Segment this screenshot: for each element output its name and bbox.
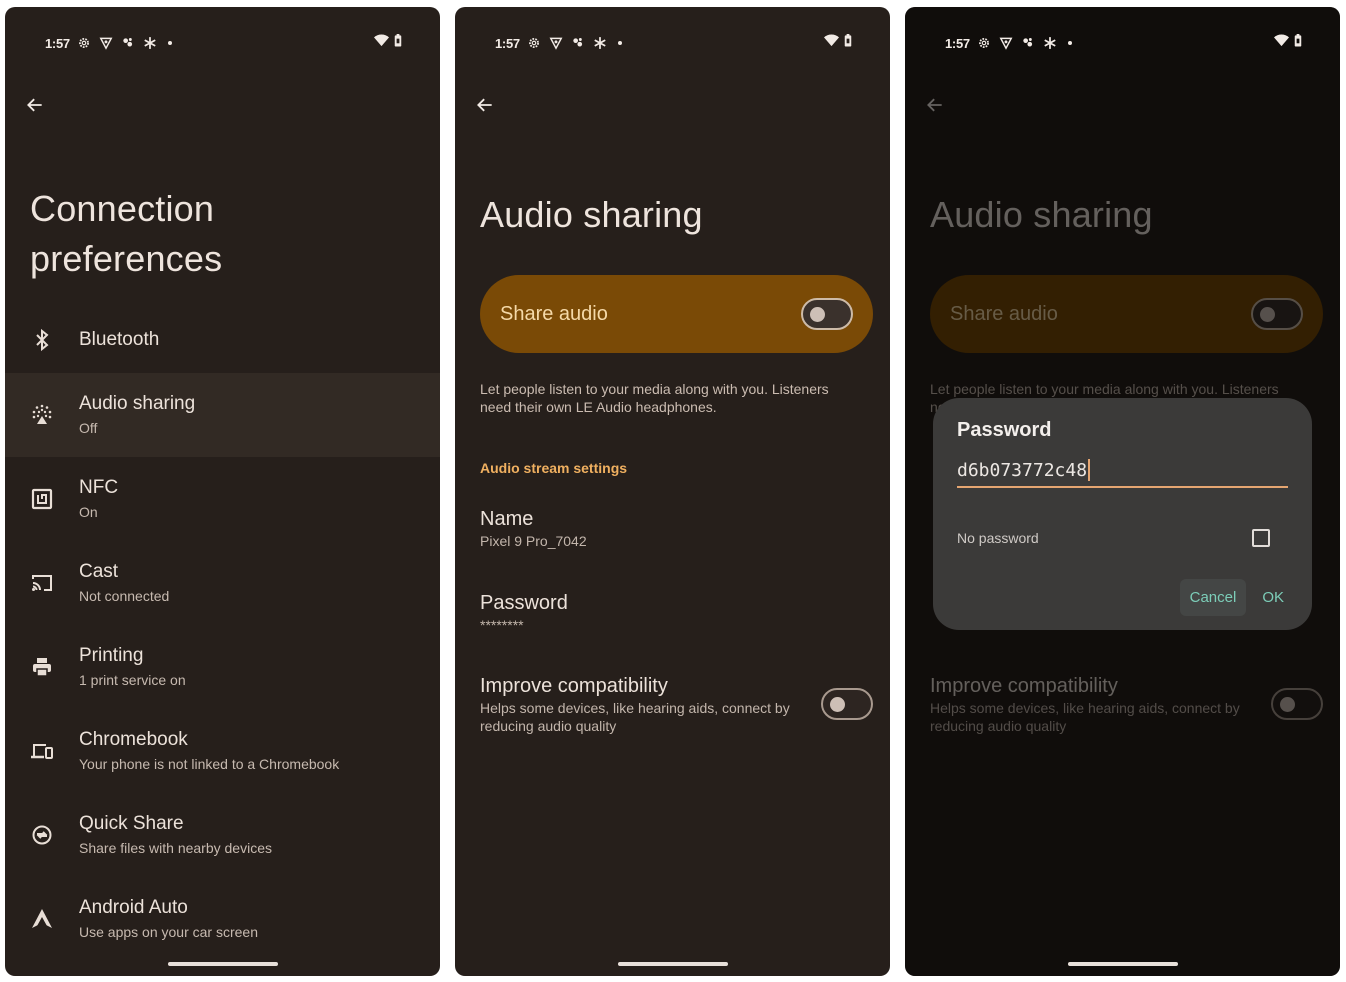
- wifi-icon: [374, 34, 389, 52]
- password-input[interactable]: d6b073772c48: [957, 454, 1288, 488]
- pref-label: Chromebook: [79, 729, 188, 750]
- pref-label: Android Auto: [79, 897, 188, 918]
- preferences-list: Bluetooth Audio sharing Off NFC On Cast Not…: [5, 307, 440, 961]
- audio-sharing-icon: [29, 402, 55, 428]
- fan-icon: [120, 35, 136, 51]
- battery-icon: [844, 34, 852, 52]
- status-bar: 1:57: [45, 33, 402, 53]
- page-title: Audio sharing: [480, 194, 703, 235]
- snowflake-icon: [142, 35, 158, 51]
- dialog-actions: Cancel OK: [1179, 579, 1294, 616]
- pref-label: Audio sharing: [79, 393, 196, 414]
- pref-label: Bluetooth: [79, 329, 160, 350]
- vpn-shield-icon: [98, 35, 114, 51]
- improve-compat-label: Improve compatibility: [480, 675, 668, 697]
- chromebook-icon: [29, 738, 55, 764]
- pref-label: Cast: [79, 561, 119, 582]
- no-password-checkbox[interactable]: [1252, 529, 1270, 547]
- pref-sub: On: [79, 504, 98, 520]
- setting-improve-compatibility[interactable]: Improve compatibility Helps some devices…: [480, 673, 873, 735]
- dialog-title: Password: [957, 419, 1052, 441]
- quick-share-icon: [29, 822, 55, 848]
- back-button[interactable]: [23, 93, 47, 117]
- settings-gear-icon: [526, 35, 542, 51]
- pref-item-android-auto[interactable]: Android Auto Use apps on your car screen: [5, 877, 440, 961]
- settings-gear-icon: [976, 35, 992, 51]
- arrow-left-icon: [27, 98, 42, 112]
- pref-item-chromebook[interactable]: Chromebook Your phone is not linked to a …: [5, 709, 440, 793]
- android-auto-icon: [29, 906, 55, 932]
- pref-item-quick-share[interactable]: Quick Share Share files with nearby devic…: [5, 793, 440, 877]
- setting-name[interactable]: Name Pixel 9 Pro_7042: [480, 506, 873, 550]
- pref-sub: 1 print service on: [79, 672, 186, 688]
- printer-icon: [29, 654, 55, 680]
- home-gesture-bar[interactable]: [1067, 962, 1178, 966]
- battery-icon: [1294, 34, 1302, 52]
- pref-item-bluetooth[interactable]: Bluetooth: [5, 307, 440, 373]
- bluetooth-icon: [29, 327, 55, 353]
- arrow-left-icon: [477, 98, 492, 112]
- notification-dot: [1067, 41, 1072, 45]
- pref-item-printing[interactable]: Printing 1 print service on: [5, 625, 440, 709]
- share-audio-card[interactable]: Share audio: [480, 275, 873, 353]
- pref-sub: Share files with nearby devices: [79, 840, 272, 856]
- status-bar: 1:57: [495, 33, 852, 53]
- pref-item-audio-sharing[interactable]: Audio sharing Off: [5, 373, 440, 457]
- setting-password-value: ********: [480, 617, 524, 633]
- pref-item-cast[interactable]: Cast Not connected: [5, 541, 440, 625]
- vpn-shield-icon: [548, 35, 564, 51]
- toggle-thumb: [830, 697, 845, 712]
- ok-button[interactable]: OK: [1252, 579, 1294, 616]
- pref-label: Quick Share: [79, 813, 184, 834]
- no-password-row[interactable]: No password: [957, 526, 1288, 550]
- wifi-icon: [824, 34, 839, 52]
- pref-label: Printing: [79, 645, 144, 666]
- improve-compat-toggle[interactable]: [821, 688, 873, 720]
- share-audio-label: Share audio: [500, 302, 608, 325]
- setting-password-label: Password: [480, 592, 568, 614]
- fan-icon: [570, 35, 586, 51]
- setting-password[interactable]: Password ********: [480, 590, 873, 634]
- snowflake-icon: [592, 35, 608, 51]
- section-header-audio-stream-settings: Audio stream settings: [480, 460, 628, 476]
- fan-icon: [1020, 35, 1036, 51]
- audio-sharing-password-dialog-screen: 1:57 Audio sharing Share audio Let peopl…: [905, 7, 1340, 976]
- share-audio-toggle[interactable]: [801, 298, 853, 330]
- cancel-button[interactable]: Cancel: [1179, 579, 1247, 616]
- page-title: Connection preferences: [30, 188, 223, 279]
- cast-icon: [29, 570, 55, 596]
- setting-name-label: Name: [480, 508, 534, 530]
- toggle-thumb: [810, 307, 825, 322]
- settings-gear-icon: [76, 35, 92, 51]
- pref-sub: Your phone is not linked to a Chromebook: [79, 756, 340, 772]
- battery-icon: [394, 34, 402, 52]
- password-input-value: d6b073772c48: [957, 459, 1088, 481]
- pref-label: NFC: [79, 477, 119, 498]
- password-dialog: Password d6b073772c48 No password Cancel…: [933, 398, 1312, 630]
- snowflake-icon: [1042, 35, 1058, 51]
- nfc-icon: [29, 486, 55, 512]
- notification-dot: [167, 41, 172, 45]
- notification-dot: [617, 41, 622, 45]
- status-time: 1:57: [45, 35, 70, 51]
- pref-item-nfc[interactable]: NFC On: [5, 457, 440, 541]
- home-gesture-bar[interactable]: [617, 962, 728, 966]
- vpn-shield-icon: [998, 35, 1014, 51]
- status-time: 1:57: [495, 35, 520, 51]
- connection-preferences-screen: 1:57 Connection preferences Bluetooth Au…: [5, 7, 440, 976]
- wifi-icon: [1274, 34, 1289, 52]
- no-password-label: No password: [957, 530, 1039, 546]
- audio-sharing-description: Let people listen to your media along wi…: [480, 381, 829, 415]
- status-time: 1:57: [945, 35, 970, 51]
- improve-compat-sub: Helps some devices, like hearing aids, c…: [480, 700, 790, 734]
- pref-sub: Not connected: [79, 588, 170, 604]
- audio-sharing-screen: 1:57 Audio sharing Share audio Let peopl…: [455, 7, 890, 976]
- pref-sub: Off: [79, 420, 98, 436]
- home-gesture-bar[interactable]: [167, 962, 278, 966]
- pref-sub: Use apps on your car screen: [79, 924, 258, 940]
- status-bar: 1:57: [945, 33, 1302, 53]
- setting-name-value: Pixel 9 Pro_7042: [480, 533, 587, 549]
- text-cursor: [1088, 459, 1091, 481]
- back-button[interactable]: [473, 93, 497, 117]
